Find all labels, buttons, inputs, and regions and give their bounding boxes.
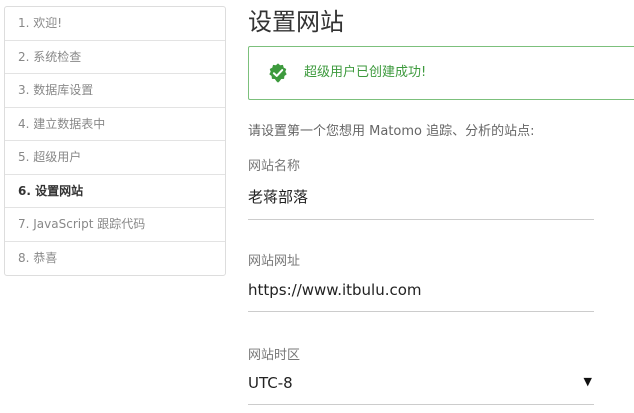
page-title: 设置网站 — [248, 8, 344, 36]
step-super-user: 5. 超级用户 — [5, 141, 225, 175]
step-setup-website: 6. 设置网站 — [5, 175, 225, 208]
site-name-input[interactable]: 老蒋部落 — [248, 186, 594, 220]
setup-intro-text: 请设置第一个您想用 Matomo 追踪、分析的站点: — [248, 124, 535, 139]
step-welcome: 1. 欢迎! — [5, 7, 225, 41]
installation-steps-list: 1. 欢迎! 2. 系统检查 3. 数据库设置 4. 建立数据表中 5. 超级用… — [4, 6, 226, 276]
step-javascript-tracking: 7. JavaScript 跟踪代码 — [5, 208, 225, 242]
check-badge-icon — [269, 63, 287, 83]
caret-down-icon: ▼ — [583, 375, 592, 388]
setup-page: 1. 欢迎! 2. 系统检查 3. 数据库设置 4. 建立数据表中 5. 超级用… — [0, 0, 634, 413]
site-name-label: 网站名称 — [248, 159, 301, 174]
timezone-label: 网站时区 — [248, 348, 301, 363]
timezone-select[interactable]: UTC-8 ▼ — [248, 374, 594, 405]
step-system-check: 2. 系统检查 — [5, 41, 225, 74]
success-message: 超级用户已创建成功! — [304, 65, 427, 80]
timezone-selected-value: UTC-8 — [248, 374, 293, 392]
success-alert: 超级用户已创建成功! — [248, 46, 634, 100]
site-url-input[interactable]: https://www.itbulu.com — [248, 281, 594, 312]
step-database-setup: 3. 数据库设置 — [5, 74, 225, 108]
step-congratulations: 8. 恭喜 — [18, 250, 58, 265]
step-creating-tables: 4. 建立数据表中 — [5, 108, 225, 141]
site-url-label: 网站网址 — [248, 254, 301, 269]
